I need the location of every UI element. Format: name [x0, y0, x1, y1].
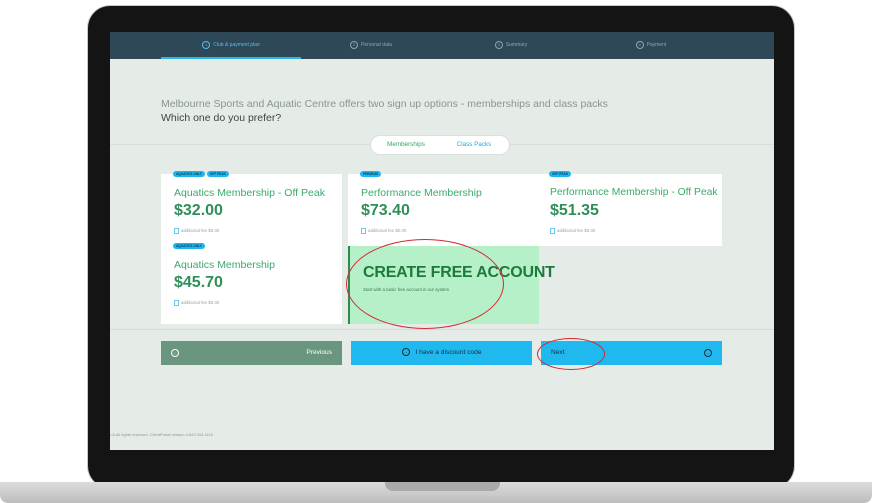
- active-step-underline: [161, 57, 301, 59]
- previous-label: Previous: [306, 349, 332, 356]
- document-icon: [174, 300, 179, 306]
- membership-card[interactable]: AQUATICS ONLY OFF PEAK Aquatics Membersh…: [161, 171, 342, 246]
- badge: OFF PEAK: [549, 171, 572, 177]
- step-label: Payment: [646, 42, 667, 48]
- card-name: Performance Membership - Off Peak: [550, 187, 718, 198]
- badge: OFF PEAK: [206, 171, 229, 177]
- previous-button[interactable]: ← Previous: [161, 341, 342, 365]
- document-icon: [174, 228, 179, 234]
- membership-card[interactable]: OFF PEAK Performance Membership - Off Pe…: [537, 171, 722, 246]
- badge: AQUATICS ONLY: [173, 243, 205, 249]
- step-summary[interactable]: 3 Summary: [441, 32, 581, 59]
- next-label: Next: [551, 349, 565, 356]
- membership-card[interactable]: AQUATICS ONLY Aquatics Membership $45.70…: [161, 243, 342, 324]
- card-name: Aquatics Membership - Off Peak: [174, 187, 325, 199]
- badge: PREMIUM: [360, 171, 382, 177]
- fee-text: additional fee $0.00: [368, 228, 407, 234]
- document-icon: [550, 228, 555, 234]
- card-price: $73.40: [361, 202, 410, 219]
- card-price: $32.00: [174, 202, 223, 219]
- arrow-right-circle-icon: →: [401, 348, 410, 357]
- intro-text: Melbourne Sports and Aquatic Centre offe…: [161, 98, 608, 110]
- divider: [110, 329, 774, 330]
- membership-card[interactable]: PREMIUM Performance Membership $73.40 ad…: [348, 171, 537, 246]
- question-text: Which one do you prefer?: [161, 112, 282, 124]
- tab-memberships[interactable]: Memberships: [373, 136, 439, 154]
- step-label: Personal data: [361, 42, 392, 48]
- step-number-icon: 1: [202, 40, 211, 49]
- card-name: Performance Membership: [361, 187, 482, 199]
- badge-group: AQUATICS ONLY: [173, 243, 205, 249]
- discount-code-button[interactable]: → I have a discount code: [351, 341, 532, 365]
- card-price: $51.35: [550, 202, 599, 219]
- step-number-icon: 3: [494, 40, 503, 49]
- plan-type-toggle: Memberships Class Packs: [370, 135, 510, 155]
- step-club-payment[interactable]: 1 Club & payment plan: [161, 32, 301, 59]
- card-fee: additional fee $0.00: [550, 228, 595, 234]
- create-free-account-card[interactable]: CREATE FREE ACCOUNT Start with a basic f…: [348, 246, 555, 324]
- fee-text: additional fee $0.00: [557, 228, 596, 234]
- badge-group: PREMIUM: [360, 171, 382, 177]
- step-number-icon: 4: [635, 40, 644, 49]
- next-button[interactable]: Next →: [541, 341, 722, 365]
- step-payment[interactable]: 4 Payment: [581, 32, 721, 59]
- fee-text: additional fee $0.00: [181, 228, 220, 234]
- footer-text: LA All rights reserved. ClientPortal ver…: [110, 432, 213, 437]
- app-screen: 1 Club & payment plan 2 Personal data 3 Sum…: [110, 32, 774, 450]
- free-account-subtitle: Start with a basic free account in our s…: [363, 287, 450, 292]
- card-price: $45.70: [174, 274, 223, 291]
- steps-nav: 1 Club & payment plan 2 Personal data 3 Sum…: [110, 32, 774, 59]
- fee-text: additional fee $0.00: [181, 300, 220, 306]
- step-personal-data[interactable]: 2 Personal data: [301, 32, 441, 59]
- badge: AQUATICS ONLY: [173, 171, 205, 177]
- card-fee: additional fee $0.00: [361, 228, 406, 234]
- tab-class-packs[interactable]: Class Packs: [441, 136, 507, 154]
- step-label: Summary: [505, 42, 528, 48]
- arrow-left-icon: ←: [171, 349, 179, 357]
- free-account-title: CREATE FREE ACCOUNT: [363, 264, 555, 281]
- card-name: Aquatics Membership: [174, 259, 275, 271]
- document-icon: [361, 228, 366, 234]
- step-number-icon: 2: [350, 40, 359, 49]
- card-fee: additional fee $0.00: [174, 228, 219, 234]
- step-label: Club & payment plan: [213, 42, 260, 48]
- discount-label: I have a discount code: [415, 349, 482, 356]
- badge-group: OFF PEAK: [549, 171, 572, 177]
- badge-group: AQUATICS ONLY OFF PEAK: [173, 171, 229, 177]
- laptop-notch: [385, 482, 500, 491]
- card-fee: additional fee $0.00: [174, 300, 219, 306]
- arrow-right-icon: →: [704, 349, 712, 357]
